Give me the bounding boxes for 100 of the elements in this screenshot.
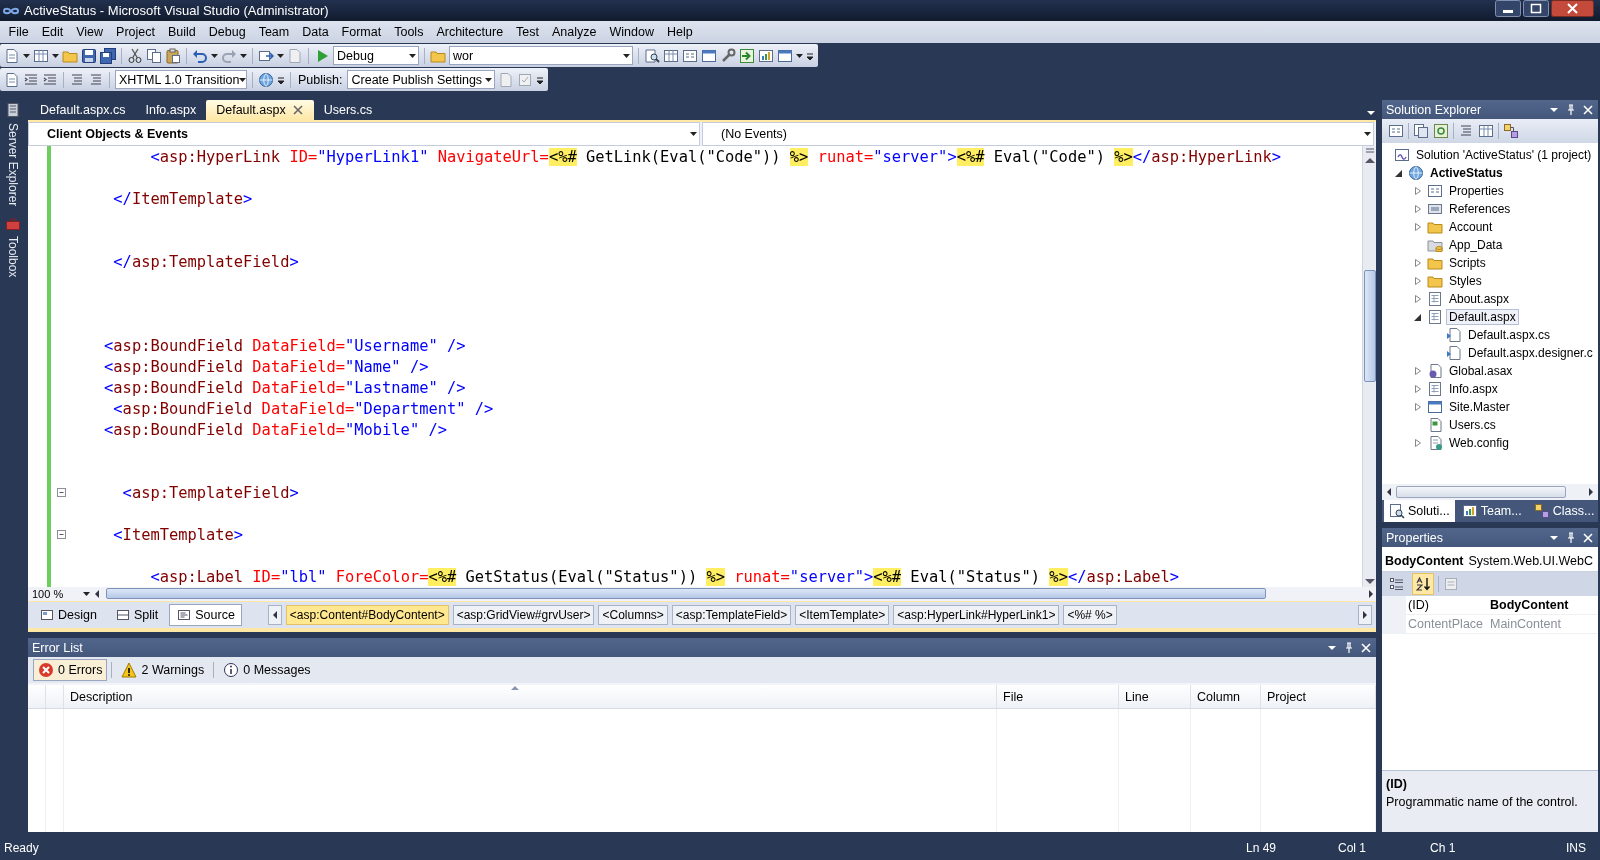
menu-item[interactable]: Architecture: [429, 23, 510, 41]
side-tab[interactable]: Server Explorer: [6, 121, 20, 213]
menu-item[interactable]: Tools: [387, 23, 430, 41]
collapse-icon[interactable]: [57, 530, 66, 539]
property-value[interactable]: BodyContent: [1488, 598, 1569, 612]
events-dropdown[interactable]: (No Events): [702, 122, 1374, 146]
scrollbar[interactable]: [1362, 146, 1376, 587]
files-icon[interactable]: [1413, 123, 1429, 139]
collapsed-arrow-icon[interactable]: [1412, 365, 1424, 377]
menu-item[interactable]: Test: [509, 23, 546, 41]
menu-item[interactable]: Window: [603, 23, 661, 41]
menu-item[interactable]: File: [2, 23, 36, 41]
tree-item[interactable]: Web.config: [1446, 435, 1512, 451]
close-icon[interactable]: [1551, 0, 1594, 17]
column-header[interactable]: Line: [1119, 685, 1191, 708]
side-tab[interactable]: Toolbox: [6, 234, 20, 284]
arrow-up-icon[interactable]: [1363, 155, 1377, 166]
menu-item[interactable]: Debug: [202, 23, 253, 41]
doctype-dropdown[interactable]: XHTML 1.0 Transition: [115, 70, 247, 89]
properties-icon[interactable]: [1388, 123, 1404, 139]
scrollbar[interactable]: [1382, 484, 1598, 500]
find-field[interactable]: wor: [449, 46, 633, 65]
view-tab[interactable]: Source: [169, 604, 242, 626]
indent-icon[interactable]: [23, 71, 39, 88]
globe-icon[interactable]: [258, 71, 274, 88]
collapsed-arrow-icon[interactable]: [1412, 221, 1424, 233]
configuration-dropdown[interactable]: Debug: [333, 46, 419, 65]
tree-item[interactable]: Default.aspx.cs: [1465, 327, 1554, 343]
table-icon[interactable]: [33, 47, 49, 64]
breadcrumb[interactable]: <asp:GridView#grvUser>: [452, 605, 595, 625]
breadcrumb[interactable]: <%# %>: [1063, 605, 1117, 625]
breadcrumb[interactable]: <asp:Content#BodyContent>: [285, 605, 449, 625]
arrow-down-icon[interactable]: [1363, 576, 1377, 587]
tree-item[interactable]: References: [1446, 201, 1514, 217]
server-icon[interactable]: [5, 102, 21, 118]
tree-item[interactable]: About.aspx: [1446, 291, 1513, 307]
checklist-icon[interactable]: [517, 71, 534, 88]
document-icon[interactable]: [4, 71, 20, 88]
menu-item[interactable]: Analyze: [545, 23, 603, 41]
view-tab[interactable]: Design: [32, 604, 104, 626]
text-lines-icon[interactable]: [1458, 123, 1474, 139]
menu-item[interactable]: Edit: [35, 23, 70, 41]
collapsed-arrow-icon[interactable]: [1412, 293, 1424, 305]
document-tab[interactable]: Default.aspx: [206, 100, 314, 120]
tree-item[interactable]: Solution 'ActiveStatus' (1 project): [1413, 147, 1595, 163]
caret-icon[interactable]: [211, 53, 218, 58]
indent-icon[interactable]: [42, 71, 58, 88]
chart-icon[interactable]: [758, 47, 774, 64]
document-icon[interactable]: [4, 47, 20, 64]
tree-item[interactable]: Global.asax: [1446, 363, 1516, 379]
filter-button[interactable]: 0 Messages: [218, 659, 316, 681]
pin-icon[interactable]: [1343, 641, 1355, 654]
column-header[interactable]: Column: [1191, 685, 1261, 708]
tree-item[interactable]: App_Data: [1446, 237, 1506, 253]
column-header[interactable]: File: [997, 685, 1119, 708]
document-tab[interactable]: Info.aspx: [135, 100, 207, 120]
sort-button[interactable]: [1412, 573, 1434, 595]
copy-icon[interactable]: [146, 47, 162, 64]
caret-icon[interactable]: [277, 53, 284, 58]
publish-dropdown[interactable]: Create Publish Settings: [347, 70, 496, 89]
caret-icon[interactable]: [23, 53, 30, 58]
document-tab[interactable]: Default.aspx.cs: [30, 100, 136, 120]
toolbox-icon[interactable]: [5, 215, 21, 232]
tree-item[interactable]: Site.Master: [1446, 399, 1513, 415]
caret-icon[interactable]: [796, 53, 803, 58]
document-tab[interactable]: Users.cs: [313, 100, 383, 120]
scroll-right-button[interactable]: [1358, 605, 1372, 625]
properties-icon[interactable]: [682, 47, 698, 64]
breadcrumb[interactable]: <asp:TemplateField>: [671, 605, 792, 625]
wrench-icon[interactable]: [720, 47, 736, 64]
column-header[interactable]: Description: [64, 685, 997, 708]
menu-item[interactable]: Team: [252, 23, 296, 41]
caret-icon[interactable]: [240, 53, 247, 58]
minimize-icon[interactable]: [1495, 0, 1521, 17]
column-header[interactable]: Project: [1261, 685, 1376, 708]
arrow-right-icon[interactable]: [1366, 588, 1376, 600]
panel-tab[interactable]: Class...: [1528, 500, 1600, 522]
close-icon[interactable]: [291, 104, 304, 116]
menu-item[interactable]: Format: [335, 23, 388, 41]
scroll-thumb[interactable]: [106, 588, 1266, 599]
scroll-left-button[interactable]: [267, 605, 282, 625]
collapsed-arrow-icon[interactable]: [1412, 437, 1424, 449]
splitter-icon[interactable]: [1363, 146, 1377, 155]
collapsed-arrow-icon[interactable]: [1412, 203, 1424, 215]
window-icon[interactable]: [777, 47, 793, 64]
panel-tab[interactable]: Soluti...: [1384, 500, 1455, 522]
scroll-thumb[interactable]: [1396, 485, 1566, 498]
text-lines-icon[interactable]: [88, 71, 104, 88]
breadcrumb[interactable]: <Columns>: [598, 605, 668, 625]
refresh-icon[interactable]: [1433, 123, 1449, 139]
tree-item[interactable]: Users.cs: [1446, 417, 1499, 433]
collapsed-arrow-icon[interactable]: [1412, 401, 1424, 413]
menu-item[interactable]: View: [69, 23, 110, 41]
pin-icon[interactable]: [1565, 531, 1577, 544]
scroll-thumb[interactable]: [1364, 270, 1376, 382]
filter-button[interactable]: 2 Warnings: [116, 659, 210, 681]
import-icon[interactable]: [739, 47, 755, 64]
tree-item[interactable]: Default.aspx: [1446, 309, 1519, 325]
breadcrumb[interactable]: <ItemTemplate>: [795, 605, 890, 625]
pin-icon[interactable]: [1565, 103, 1577, 116]
